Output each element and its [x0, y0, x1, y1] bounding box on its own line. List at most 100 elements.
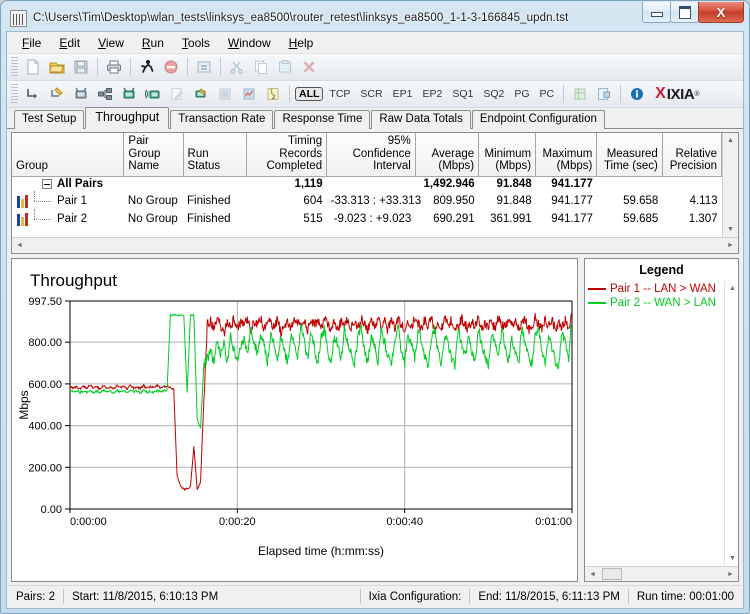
edit-script-icon[interactable]	[190, 84, 212, 105]
delete-icon[interactable]	[298, 57, 320, 78]
pair-chart-icon	[16, 194, 31, 208]
add-voip-pair-icon[interactable]	[142, 84, 164, 105]
add-pair-wizard-icon[interactable]	[46, 84, 68, 105]
table-row[interactable]: All Pairs 1,119 1,492.946 91.848 941.177	[12, 176, 722, 192]
status-start-time: Start: 11/8/2015, 6:10:13 PM	[72, 590, 219, 603]
menu-window[interactable]: Window	[219, 34, 280, 52]
col-group[interactable]: Group	[12, 133, 125, 177]
scroll-right-arrow[interactable]: ►	[723, 238, 738, 253]
validate-icon[interactable]	[214, 84, 236, 105]
add-multicast-group-icon[interactable]	[94, 84, 116, 105]
legend-swatch-pair1	[588, 288, 606, 290]
toolbar-separator	[289, 85, 290, 103]
legend-item-pair1[interactable]: Pair 1 -- LAN > WAN	[588, 282, 724, 296]
swap-endpoints-icon[interactable]	[193, 57, 215, 78]
filter-pc-button[interactable]: PC	[536, 87, 559, 101]
col-measured-time[interactable]: Measured Time (sec)	[596, 133, 663, 177]
col-run-status[interactable]: Run Status	[183, 133, 247, 177]
col-timing-records-completed[interactable]: Timing Records Completed	[246, 133, 328, 177]
save-disk-icon[interactable]	[70, 57, 92, 78]
filter-scr-button[interactable]: SCR	[356, 87, 386, 101]
col-relative-precision[interactable]: Relative Precision	[662, 133, 722, 177]
legend-horizontal-scrollbar[interactable]: ◄ ►	[585, 566, 738, 581]
tab-strip: Test Setup Throughput Transaction Rate R…	[7, 107, 743, 129]
scroll-right-arrow[interactable]: ►	[723, 567, 738, 582]
scroll-left-arrow[interactable]: ◄	[12, 238, 27, 253]
print-icon[interactable]	[103, 57, 125, 78]
scroll-left-arrow[interactable]: ◄	[585, 567, 600, 582]
cut-scissors-icon[interactable]	[226, 57, 248, 78]
menu-tools[interactable]: Tools	[173, 34, 219, 52]
paste-icon[interactable]	[274, 57, 296, 78]
filter-sq2-button[interactable]: SQ2	[479, 87, 508, 101]
filter-all-button[interactable]: ALL	[295, 87, 324, 101]
filter-ep1-button[interactable]: EP1	[389, 87, 417, 101]
copy-icon[interactable]	[250, 57, 272, 78]
cell-measured-time: 59.685	[623, 213, 659, 225]
cell-group: Pair 2	[12, 209, 124, 228]
tab-transaction-rate[interactable]: Transaction Rate	[170, 110, 274, 129]
scroll-down-arrow[interactable]: ▼	[723, 222, 738, 237]
scroll-down-arrow[interactable]: ▼	[725, 551, 740, 566]
export-icon[interactable]	[593, 84, 615, 105]
collapse-expander[interactable]	[42, 179, 52, 190]
ixchariot-app-icon	[10, 9, 27, 27]
cell-pair-group-name: No Group	[127, 195, 178, 207]
cell-average: 690.291	[433, 213, 475, 225]
open-folder-icon[interactable]	[46, 57, 68, 78]
hardware-perf-icon[interactable]	[238, 84, 260, 105]
col-average-mbps[interactable]: Average (Mbps)	[415, 133, 480, 177]
add-endpoint-icon[interactable]	[70, 84, 92, 105]
cell-measured-time: 59.658	[623, 195, 659, 207]
cell-measured-time	[597, 176, 662, 192]
cell-average: 809.950	[433, 195, 475, 207]
close-button[interactable]: X	[698, 2, 744, 23]
throughput-chart-panel: Throughput 0.00 200.00 400.00 600.00 800.00 9…	[11, 258, 578, 582]
scroll-up-arrow[interactable]: ▲	[723, 133, 738, 148]
menu-file[interactable]: File	[13, 34, 50, 52]
menu-edit[interactable]: Edit	[50, 34, 89, 52]
stop-test-icon[interactable]	[160, 57, 182, 78]
add-video-pair-icon[interactable]	[118, 84, 140, 105]
scroll-thumb[interactable]	[602, 568, 622, 580]
toolbar-grip[interactable]	[11, 84, 18, 104]
menu-help[interactable]: Help	[280, 34, 323, 52]
menu-view[interactable]: View	[89, 34, 133, 52]
minimize-button[interactable]	[642, 2, 671, 23]
edit-pair-icon[interactable]	[166, 84, 188, 105]
new-document-icon[interactable]	[22, 57, 44, 78]
window-title: C:\Users\Tim\Desktop\wlan_tests\linksys_…	[33, 12, 569, 24]
tab-endpoint-configuration[interactable]: Endpoint Configuration	[471, 110, 605, 129]
tab-throughput[interactable]: Throughput	[85, 107, 170, 129]
tab-response-time[interactable]: Response Time	[274, 110, 371, 129]
maximize-button[interactable]	[670, 2, 699, 23]
col-pair-group-name[interactable]: Pair Group Name	[123, 133, 184, 177]
col-maximum-mbps[interactable]: Maximum (Mbps)	[535, 133, 598, 177]
window-controls: X	[642, 2, 744, 23]
filter-ep2-button[interactable]: EP2	[418, 87, 446, 101]
scroll-up-arrow[interactable]: ▲	[725, 281, 740, 296]
grid-vertical-scrollbar[interactable]: ▲ ▼	[722, 133, 738, 237]
cell-pair-group-name	[124, 176, 183, 192]
legend-vertical-scrollbar[interactable]: ▲ ▼	[724, 281, 738, 566]
tab-raw-data-totals[interactable]: Raw Data Totals	[371, 110, 471, 129]
filter-tcp-button[interactable]: TCP	[325, 87, 354, 101]
table-row[interactable]: Pair 1 No Group Finished 604 -33.313 : +…	[12, 191, 722, 210]
x-axis-tick-label: 0:00:20	[219, 516, 256, 528]
grid-horizontal-scrollbar[interactable]: ◄ ►	[12, 237, 738, 253]
table-row[interactable]: Pair 2 No Group Finished 515 -9.023 : +9…	[12, 209, 722, 228]
number-pairs-icon[interactable]: 12	[262, 84, 284, 105]
menu-run[interactable]: Run	[133, 34, 173, 52]
add-pair-icon[interactable]	[22, 84, 44, 105]
info-icon[interactable]	[626, 84, 648, 105]
filter-sq1-button[interactable]: SQ1	[448, 87, 477, 101]
col-confidence-interval[interactable]: 95% Confidence Interval	[326, 133, 416, 177]
filter-pg-button[interactable]: PG	[510, 87, 533, 101]
legend-item-pair2[interactable]: Pair 2 -- WAN > LAN	[588, 296, 724, 310]
grid-view-icon[interactable]	[569, 84, 591, 105]
col-minimum-mbps[interactable]: Minimum (Mbps)	[478, 133, 537, 177]
run-test-icon[interactable]	[136, 57, 158, 78]
ixia-logo-name: IXIA	[666, 85, 695, 103]
toolbar-grip[interactable]	[11, 57, 18, 77]
tab-test-setup[interactable]: Test Setup	[14, 110, 85, 129]
